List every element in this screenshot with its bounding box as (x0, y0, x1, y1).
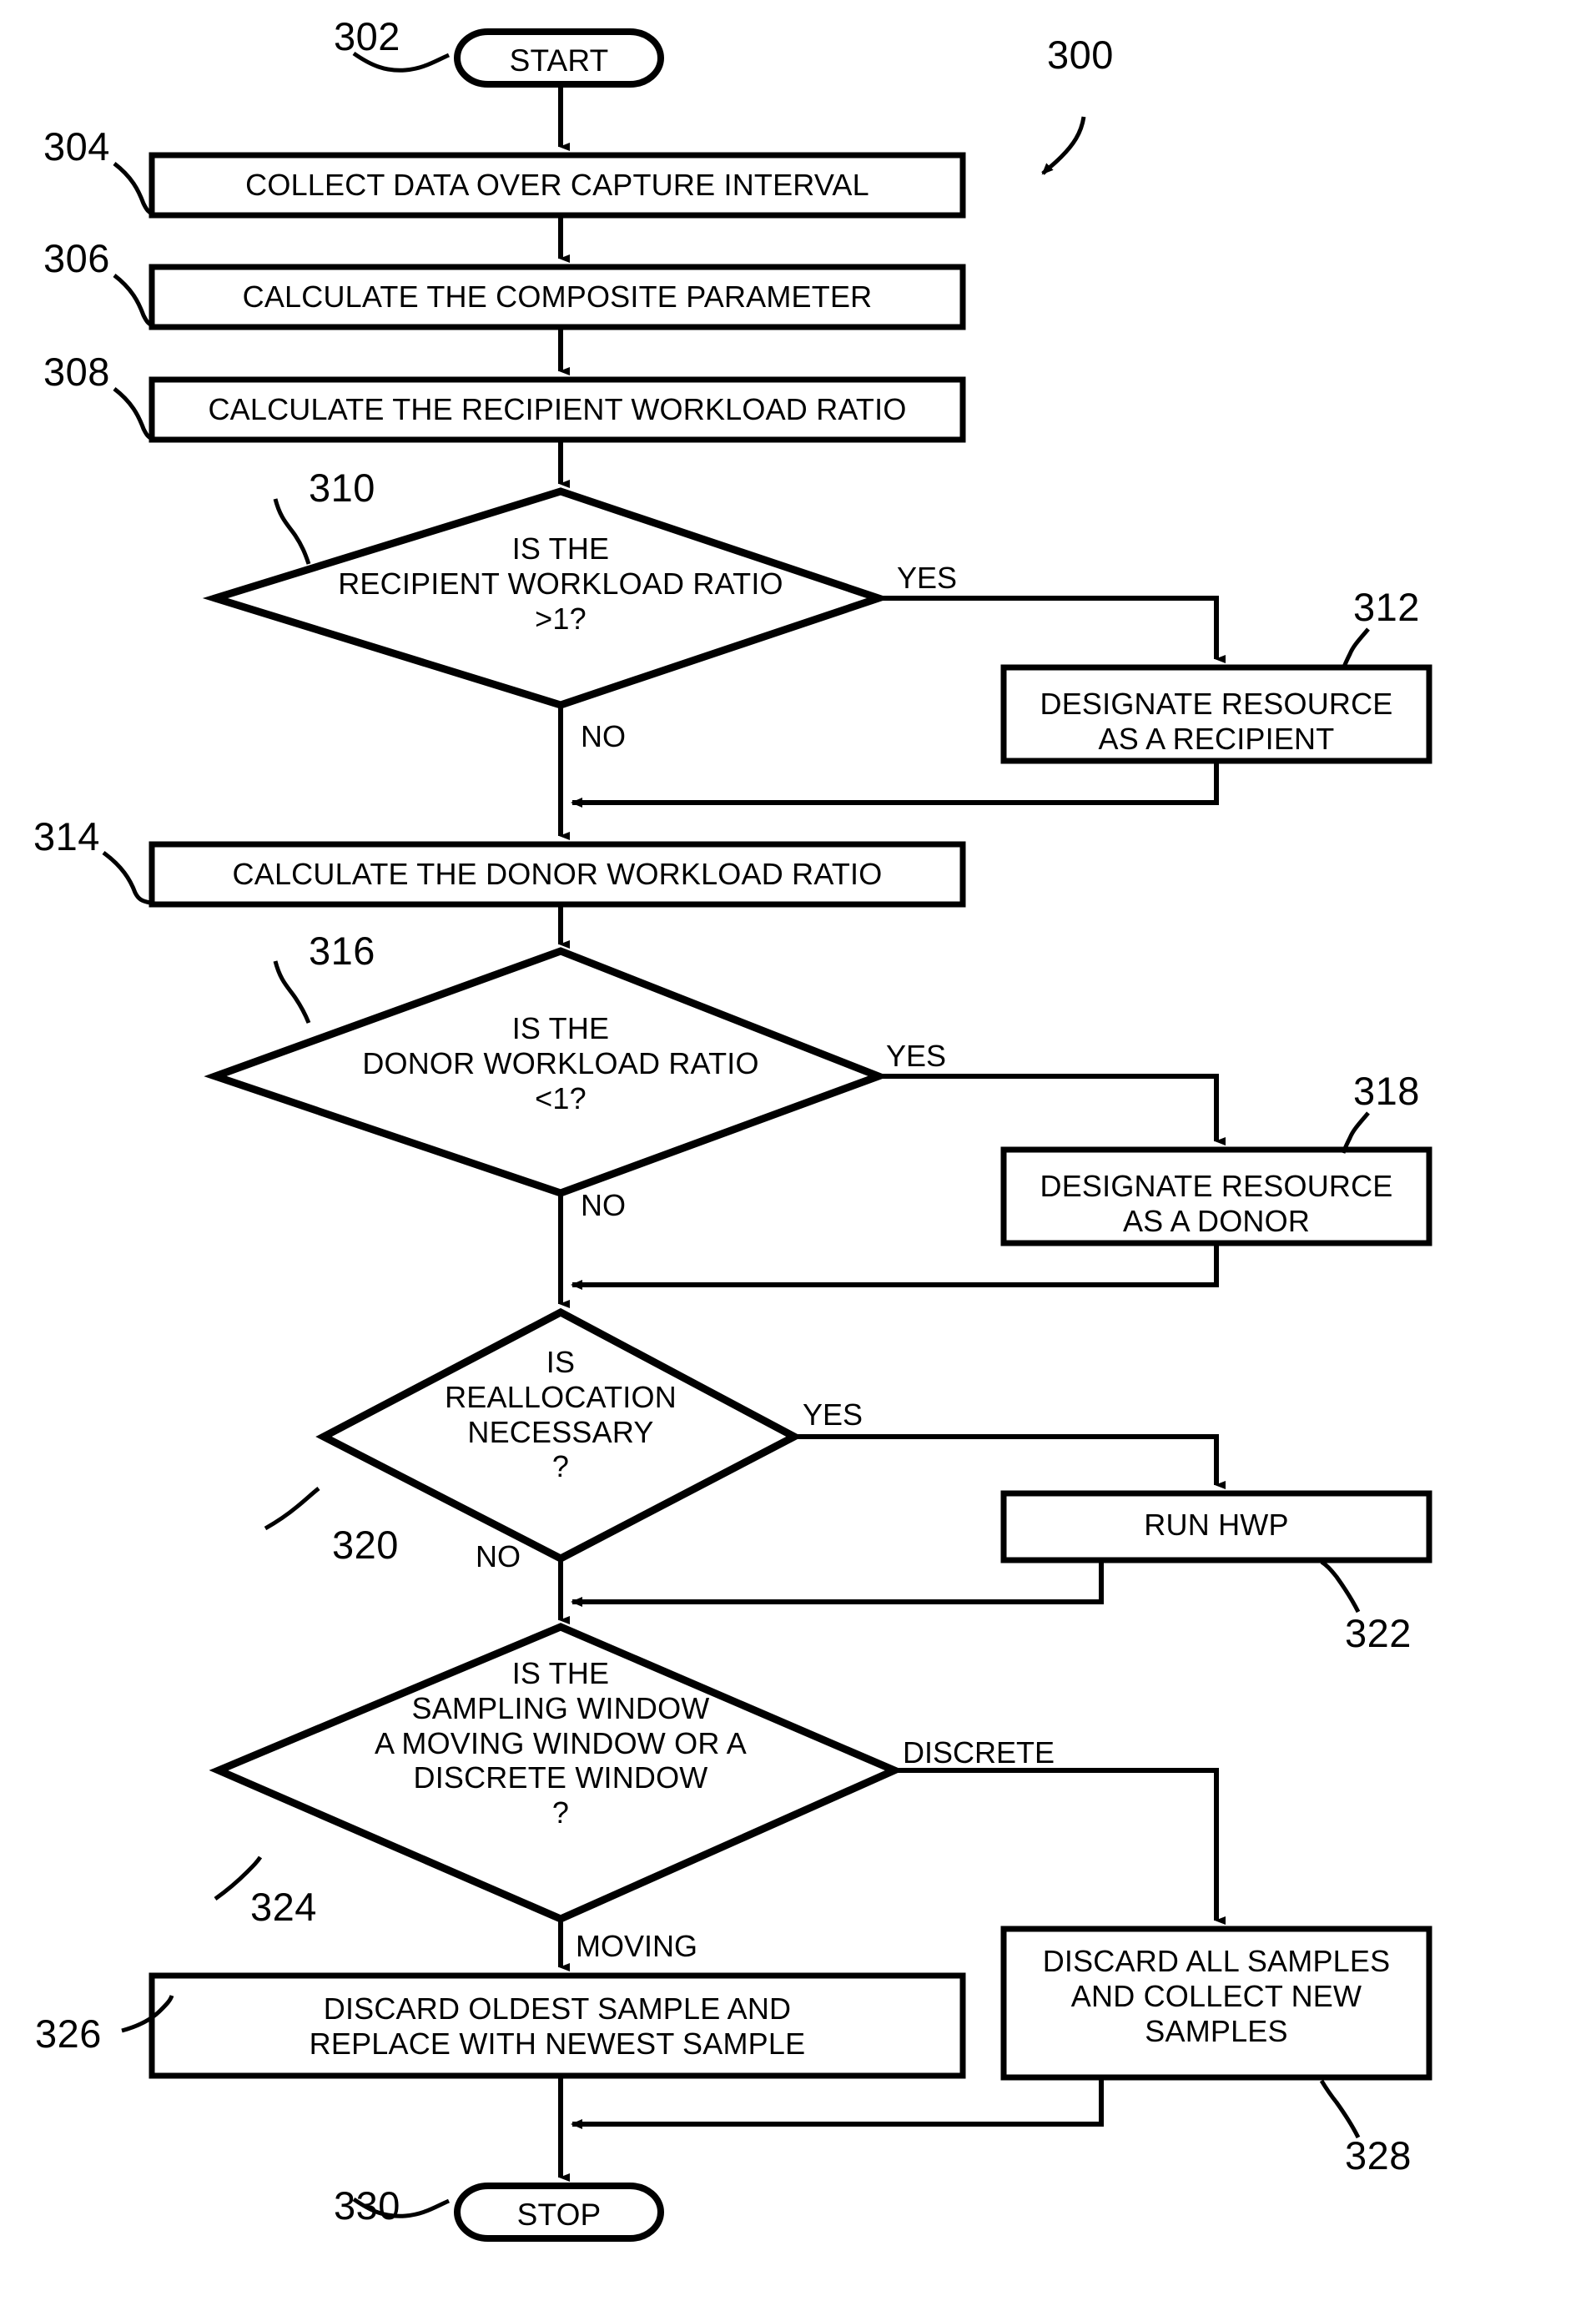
ref-number-304: 304 (43, 124, 110, 169)
leader-300-arrow (1041, 116, 1086, 175)
ref-number-314: 314 (33, 814, 100, 858)
ref-number-330: 330 (334, 2183, 400, 2228)
edge-328-to-merge (571, 2077, 1104, 2129)
leader-316 (273, 960, 311, 1024)
ref-number-316: 316 (309, 929, 375, 973)
shape-decision-donor (204, 947, 889, 1197)
edge-label-recipient-yes: YES (897, 561, 958, 595)
edge-322-to-merge (571, 1560, 1104, 1607)
edge-320-yes-to-322 (794, 1434, 1226, 1489)
shape-start (454, 28, 664, 88)
edge-316-yes-to-318 (879, 1074, 1226, 1145)
shape-decision-window (209, 1623, 904, 1923)
leader-320 (264, 1487, 320, 1531)
leader-312 (1341, 627, 1370, 670)
ref-number-318: 318 (1353, 1069, 1420, 1113)
edge-324-discrete-to-328 (894, 1768, 1226, 1925)
shape-run-hwp (1000, 1490, 1432, 1563)
flowchart-figure: 300 START COLLECT DATA OVER CAPTURE INTE… (0, 0, 1596, 2311)
ref-number-306: 306 (43, 236, 110, 280)
edge-label-recipient-no: NO (581, 719, 626, 753)
ref-number-328: 328 (1345, 2133, 1412, 2178)
shape-calc-recipient-ratio (149, 376, 966, 443)
shape-designate-recipient (1000, 664, 1432, 764)
leader-304 (113, 162, 154, 216)
ref-number-308: 308 (43, 350, 110, 394)
shape-discard-oldest (149, 1972, 966, 2079)
edge-label-window-moving: MOVING (576, 1929, 698, 1963)
shape-decision-recipient (202, 487, 891, 709)
ref-number-324: 324 (250, 1885, 317, 1929)
ref-number-322: 322 (1345, 1611, 1412, 1655)
leader-328 (1319, 2079, 1361, 2139)
leader-310 (273, 498, 311, 565)
shape-calc-composite (149, 264, 966, 330)
ref-number-310: 310 (309, 466, 375, 510)
ref-number-312: 312 (1353, 585, 1420, 629)
leader-314 (102, 850, 151, 905)
edge-318-to-merge (571, 1243, 1219, 1290)
edge-label-donor-no: NO (581, 1188, 626, 1222)
leader-322 (1320, 1559, 1361, 1614)
edge-312-to-merge (571, 761, 1219, 808)
ref-number-302: 302 (334, 14, 400, 58)
leader-308 (113, 387, 154, 441)
shape-designate-donor (1000, 1146, 1432, 1246)
figure-number: 300 (1047, 33, 1114, 77)
ref-number-320: 320 (332, 1523, 399, 1567)
shape-calc-donor-ratio (149, 841, 966, 908)
edge-label-reallocation-no: NO (476, 1539, 521, 1573)
shape-collect-data (149, 152, 966, 219)
leader-306 (113, 274, 154, 328)
edge-label-donor-yes: YES (886, 1039, 947, 1073)
shape-stop (454, 2183, 664, 2242)
edge-label-window-discrete: DISCRETE (903, 1735, 1055, 1770)
edge-label-reallocation-yes: YES (803, 1397, 863, 1432)
ref-number-326: 326 (35, 2011, 102, 2056)
flowchart-canvas (102, 28, 1432, 2242)
shape-discard-all (1000, 1926, 1432, 2081)
edge-310-yes-to-312 (879, 596, 1226, 663)
